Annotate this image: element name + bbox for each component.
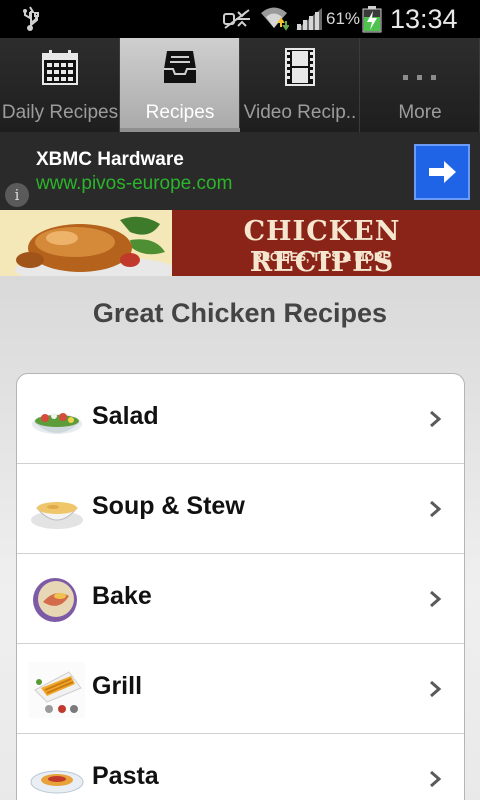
list-item-bake[interactable]: Bake (17, 554, 464, 644)
battery-percent: 61% (326, 9, 361, 28)
list-item-label: Salad (92, 402, 159, 430)
banner-title: CHICKEN RECIPES (243, 216, 401, 276)
signal-icon (296, 8, 322, 30)
tab-video-recipes[interactable]: Video Recip.. (240, 38, 360, 132)
chicken-recipes-banner[interactable]: CHICKEN RECIPES RECIPES, TIPS & MORE (0, 210, 480, 276)
arrow-right-icon (429, 161, 456, 183)
tab-bar: Daily Recipes Recipes Video Recip.. More (0, 38, 480, 132)
tab-recipes[interactable]: Recipes (120, 38, 240, 132)
chevron-right-icon (430, 680, 442, 698)
list-item-soup-stew[interactable]: Soup & Stew (17, 464, 464, 554)
battery-icon (362, 6, 382, 33)
film-strip-icon (285, 48, 315, 86)
calendar-icon (42, 50, 78, 85)
grill-plate-icon (29, 662, 85, 718)
pasta-plate-icon (30, 770, 84, 794)
page-title: Great Chicken Recipes (92, 298, 388, 328)
chevron-right-icon (430, 590, 442, 608)
tab-label: Video Recip.. (243, 102, 357, 123)
list-item-grill[interactable]: Grill (17, 644, 464, 734)
roast-chicken-image (0, 210, 172, 276)
chevron-right-icon (430, 500, 442, 518)
baked-dish-icon (33, 578, 77, 622)
ad-title[interactable]: XBMC Hardware (36, 149, 184, 171)
banner-subtitle: RECIPES, TIPS & MORE (253, 250, 391, 264)
usb-icon (23, 6, 39, 31)
list-item-label: Grill (92, 672, 143, 700)
tab-daily-recipes[interactable]: Daily Recipes (0, 38, 120, 132)
status-bar: 61% 13:34 (0, 0, 480, 38)
tab-label: Recipes (145, 102, 215, 123)
category-list: Salad Soup & Stew Bake Grill Pasta (16, 373, 465, 800)
list-item-label: Pasta (92, 762, 159, 790)
more-dots-icon (403, 75, 436, 80)
tab-more[interactable]: More (360, 38, 480, 132)
main-content: Great Chicken Recipes Salad Soup & Stew … (0, 276, 480, 800)
list-item-salad[interactable]: Salad (17, 374, 464, 464)
soup-bowl-icon (31, 502, 83, 529)
tab-label: More (398, 102, 442, 123)
list-item-label: Soup & Stew (92, 492, 245, 520)
inbox-tray-icon (164, 51, 196, 83)
ad-go-button[interactable] (414, 144, 470, 200)
chevron-right-icon (430, 410, 442, 428)
clock: 13:34 (390, 4, 458, 34)
chevron-right-icon (430, 770, 442, 788)
ad-banner[interactable]: XBMC Hardware www.pivos-europe.com i (0, 132, 480, 210)
wifi-icon (261, 7, 289, 31)
list-item-pasta[interactable]: Pasta (17, 734, 464, 800)
mute-icon (223, 9, 250, 29)
info-icon[interactable]: i (5, 183, 29, 207)
list-item-label: Bake (92, 582, 152, 610)
salad-bowl-icon (32, 413, 82, 434)
ad-url[interactable]: www.pivos-europe.com (36, 173, 232, 195)
tab-label: Daily Recipes (1, 102, 119, 123)
